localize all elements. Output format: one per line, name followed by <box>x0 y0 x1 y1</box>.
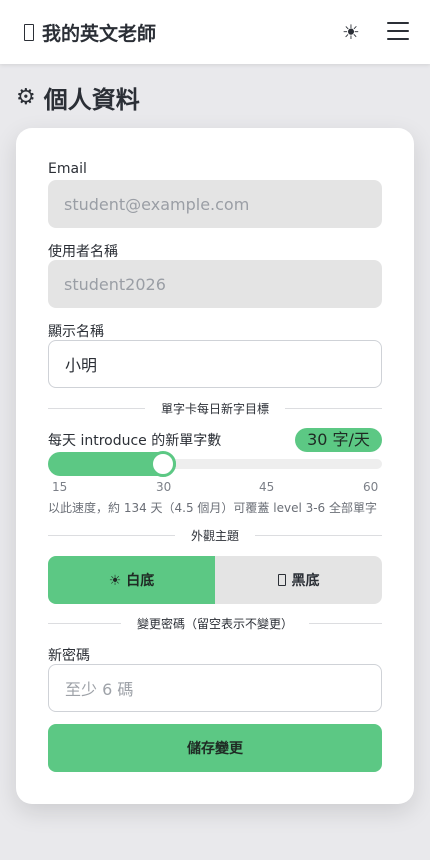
theme-section-divider: 外觀主題 <box>48 527 382 543</box>
theme-light-button[interactable]: ☀ 白底 <box>48 556 215 604</box>
slider-tick-label: 30 <box>156 480 172 494</box>
page-title-text: 個人資料 <box>43 86 140 114</box>
top-bar: 我的英文老師 ☀ <box>0 0 430 64</box>
password-section-divider: 變更密碼（留空表示不變更） <box>48 615 382 631</box>
slider-tick-label: 45 <box>259 480 275 494</box>
theme-section-title: 外觀主題 <box>191 528 240 543</box>
theme-dark-label: 黑底 <box>291 573 320 589</box>
theme-selector: ☀ 白底 黑底 <box>48 556 382 604</box>
password-section-title: 變更密碼（留空表示不變更） <box>137 616 294 631</box>
page-title: ⚙ 個人資料 <box>16 80 140 115</box>
app-title[interactable]: 我的英文老師 <box>24 19 156 46</box>
profile-card: Email student@example.com 使用者名稱 student2… <box>16 128 414 804</box>
email-label: Email <box>48 161 87 177</box>
save-button[interactable]: 儲存變更 <box>48 724 382 772</box>
theme-toggle-button[interactable]: ☀ <box>339 18 363 46</box>
daily-goal-slider[interactable] <box>48 451 382 477</box>
book-icon <box>24 24 34 41</box>
new-password-input[interactable]: 至少 6 碼 <box>48 664 382 712</box>
goal-section-divider: 單字卡每日新字目標 <box>48 400 382 416</box>
daily-goal-value-badge: 30 字/天 <box>295 428 382 452</box>
email-field: student@example.com <box>48 180 382 228</box>
moon-icon <box>277 574 286 586</box>
daily-goal-label: 每天 introduce 的新單字數 <box>48 433 222 449</box>
goal-estimate-hint: 以此速度，約 134 天（4.5 個月）可覆蓋 level 3-6 全部單字 <box>48 501 378 515</box>
hamburger-menu-icon[interactable] <box>386 22 410 42</box>
slider-tick-label: 60 <box>363 480 379 494</box>
goal-section-title: 單字卡每日新字目標 <box>161 401 270 416</box>
slider-tick-label: 15 <box>52 480 68 494</box>
username-label: 使用者名稱 <box>48 244 118 260</box>
username-field: student2026 <box>48 260 382 308</box>
display-name-input[interactable]: 小明 <box>48 340 382 388</box>
display-name-label: 顯示名稱 <box>48 324 104 340</box>
new-password-label: 新密碼 <box>48 648 90 664</box>
theme-dark-button[interactable]: 黑底 <box>215 556 382 604</box>
app-title-text: 我的英文老師 <box>42 23 157 45</box>
gear-icon: ⚙ <box>16 85 36 110</box>
slider-thumb[interactable] <box>150 451 176 477</box>
